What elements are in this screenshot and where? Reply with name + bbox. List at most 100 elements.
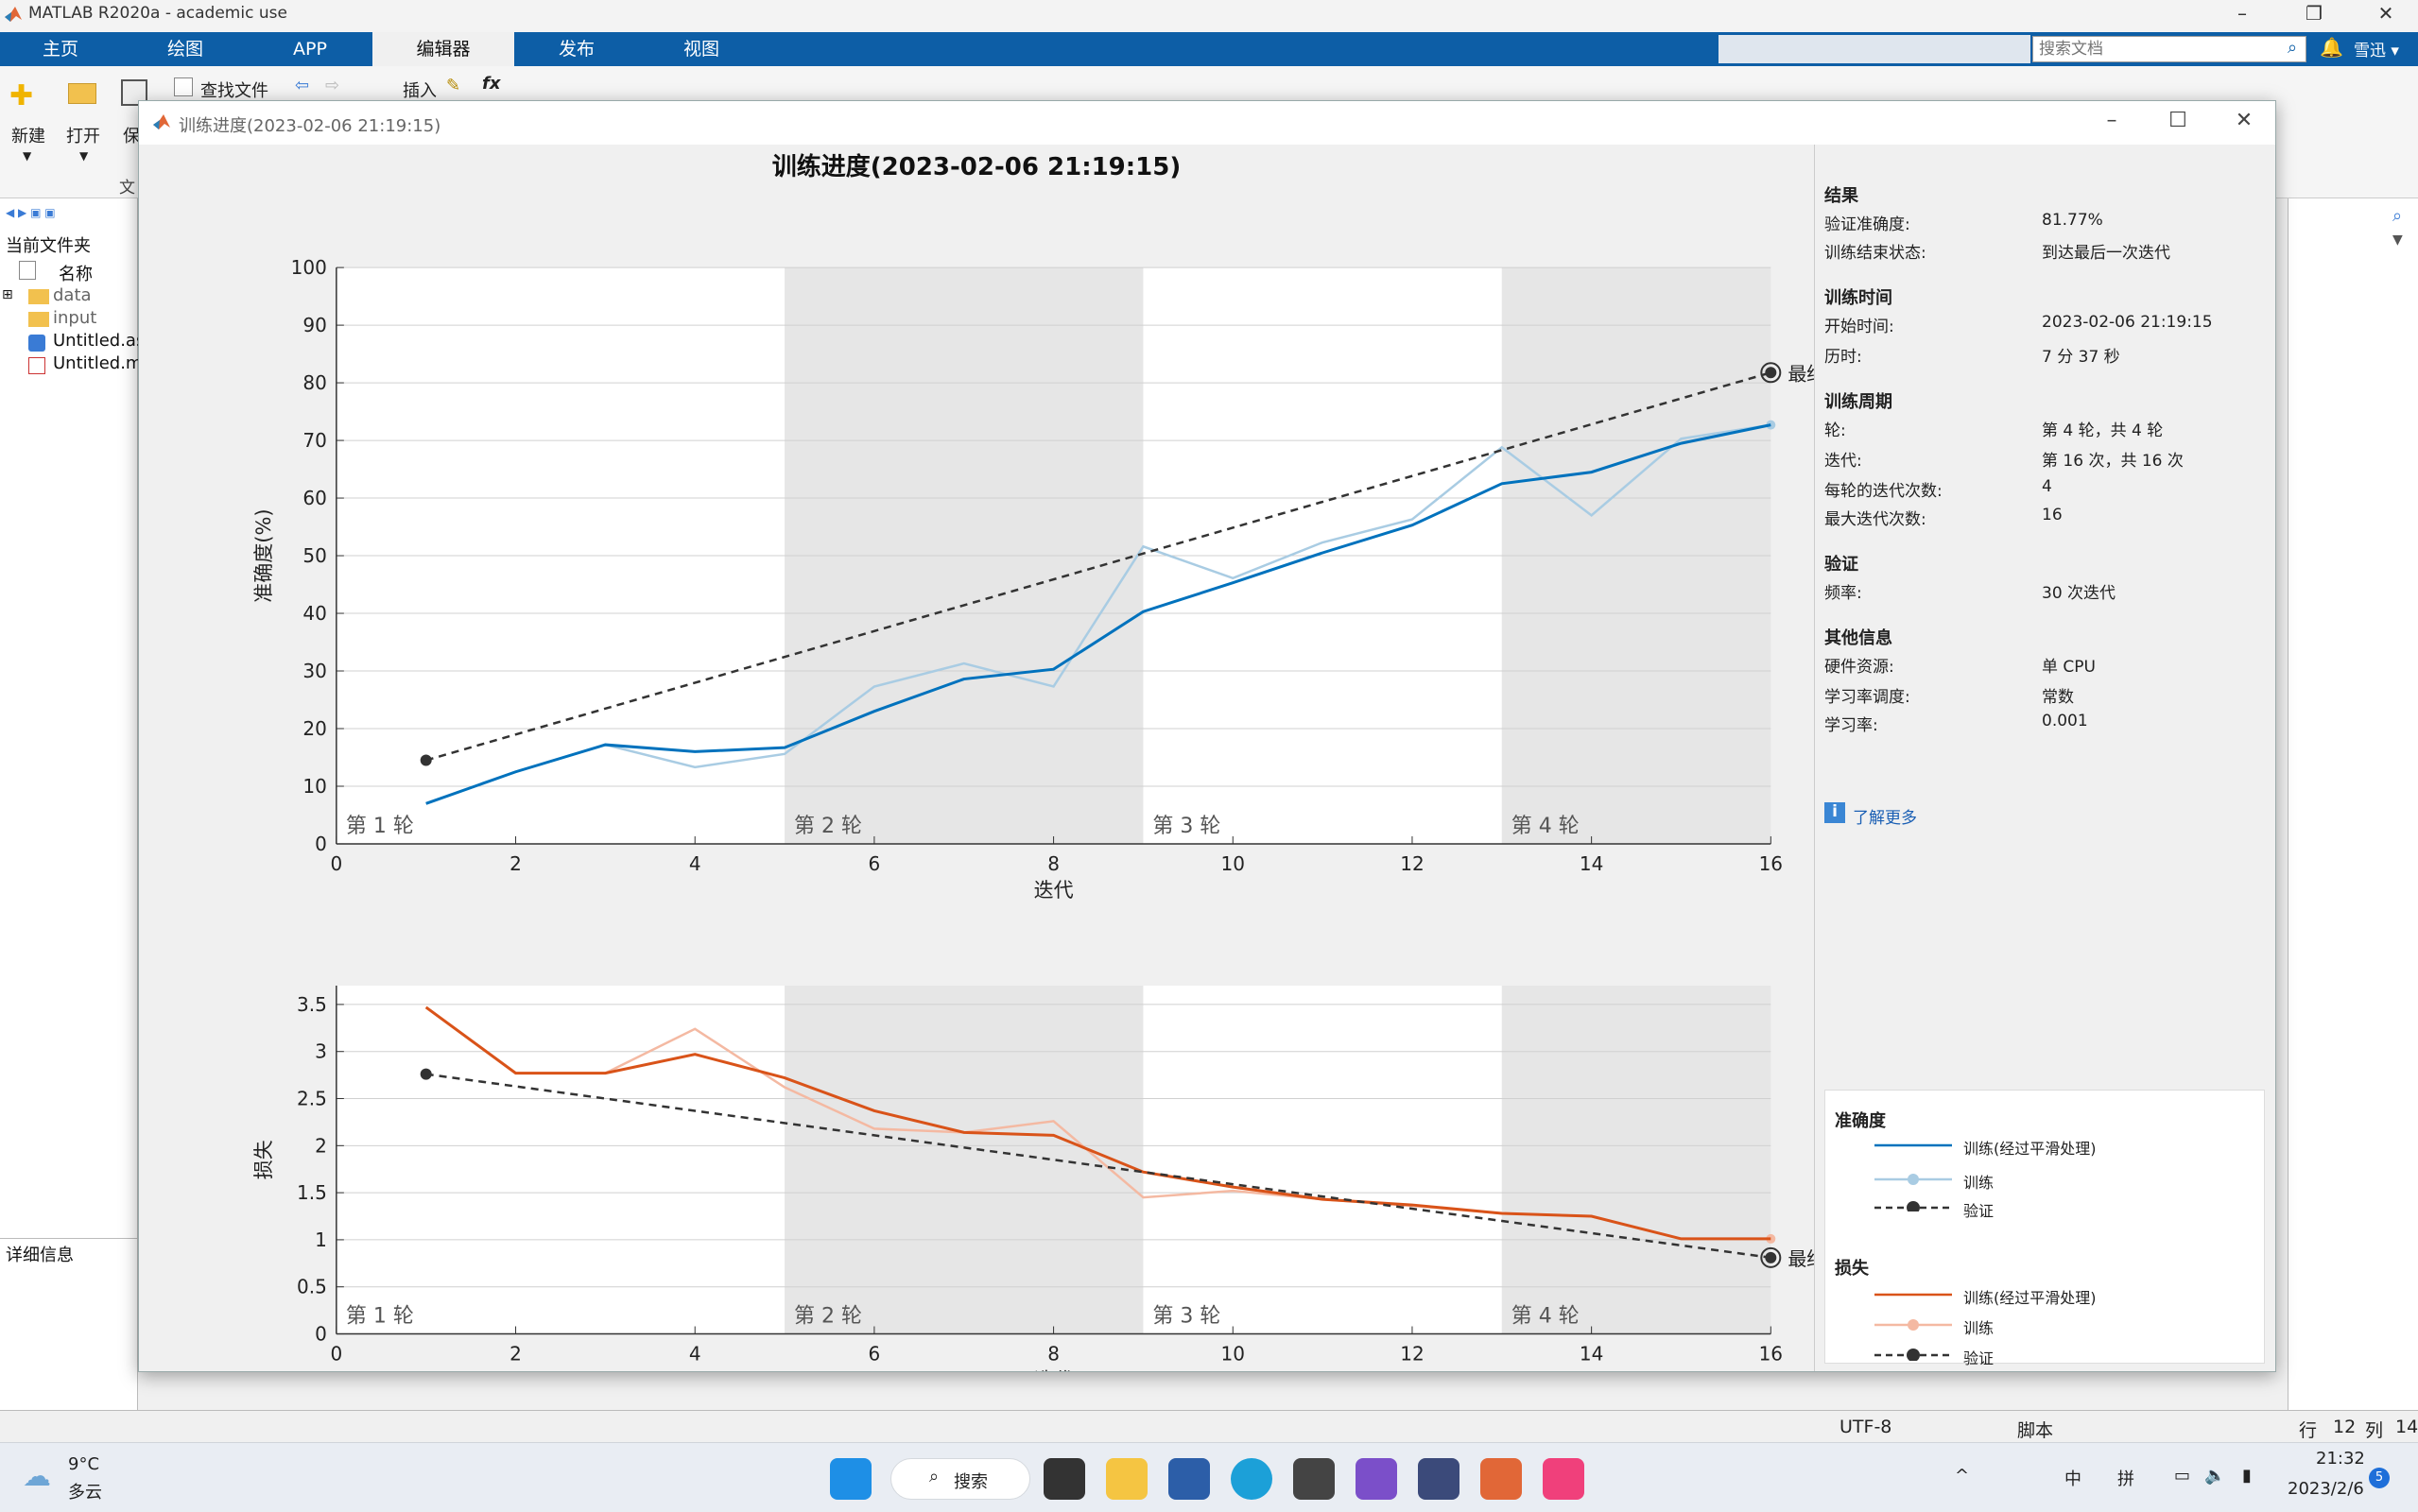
max-iter-value: 16 <box>2042 506 2063 524</box>
notification-badge[interactable]: 5 <box>2369 1468 2390 1488</box>
legend-loss-val: 验证 <box>1963 1349 1995 1367</box>
folder-open-icon[interactable] <box>68 83 96 104</box>
iter-value: 第 16 次，共 16 次 <box>2042 452 2184 471</box>
dialog-title-bar: 训练进度(2023-02-06 21:19:15) – ☐ ✕ <box>139 101 2275 145</box>
clock-time[interactable]: 21:32 <box>2316 1449 2365 1469</box>
battery-icon[interactable]: ▮ <box>2242 1466 2252 1486</box>
file-item[interactable]: data <box>53 285 92 305</box>
other-heading: 其他信息 <box>1824 628 1892 648</box>
folder-icon <box>28 289 49 304</box>
epoch-band <box>336 985 786 1334</box>
x-tick-label: 2 <box>510 852 522 875</box>
time-heading: 训练时间 <box>1824 288 1892 308</box>
start-icon[interactable] <box>830 1458 872 1500</box>
chevron-down-icon[interactable]: ▼ <box>23 149 31 163</box>
bilibili-icon[interactable] <box>1543 1458 1584 1500</box>
tab-publish[interactable]: 发布 <box>533 32 620 66</box>
y-tick-label: 100 <box>291 256 327 279</box>
end-state-value: 到达最后一次迭代 <box>2042 244 2170 263</box>
quick-access-toolbar[interactable] <box>1719 35 2030 63</box>
file-item[interactable]: Untitled.as <box>53 331 145 351</box>
clock-date[interactable]: 2023/2/6 <box>2288 1479 2364 1499</box>
epoch-label: 第 3 轮 <box>1152 815 1220 838</box>
unity-icon[interactable] <box>1293 1458 1335 1500</box>
taskbar-search[interactable]: ⌕ 搜索 <box>890 1458 1030 1500</box>
weather-temp[interactable]: 9°C <box>68 1454 99 1474</box>
maximize-button[interactable]: ❐ <box>2295 2 2333 25</box>
tab-editor[interactable]: 编辑器 <box>372 32 514 66</box>
plot-title: 训练进度(2023-02-06 21:19:15) <box>772 152 1181 181</box>
insert-button[interactable]: 插入 <box>403 77 437 102</box>
folder-nav-icons[interactable]: ◀ ▶ ▣ ▣ <box>6 206 56 219</box>
training-charts: 训练进度(2023-02-06 21:19:15) 第 1 轮第 2 轮第 3 … <box>252 152 1825 1392</box>
bell-icon[interactable]: 🔔 <box>2320 36 2343 59</box>
volume-icon[interactable]: 🔈 <box>2204 1466 2225 1486</box>
tab-home[interactable]: 主页 <box>17 32 104 66</box>
matlab-taskbar-icon[interactable] <box>1480 1458 1522 1500</box>
dialog-maximize-button[interactable]: ☐ <box>2156 109 2200 132</box>
y-tick-label: 80 <box>302 371 326 394</box>
details-panel-label: 详细信息 <box>6 1246 74 1265</box>
hw-value: 单 CPU <box>2042 658 2096 677</box>
legend: 准确度 训练(经过平滑处理) 训练 验证 损失 训练(经过平滑处理) 训练 验证 <box>1824 1090 2265 1367</box>
new-icon[interactable]: ✚ <box>9 79 33 112</box>
ime-language[interactable]: 中 <box>2064 1466 2081 1490</box>
tab-plots[interactable]: 绘图 <box>142 32 229 66</box>
y-tick-label: 90 <box>302 314 326 336</box>
store-icon[interactable] <box>1168 1458 1210 1500</box>
new-button[interactable]: 新建 <box>11 123 45 147</box>
back-icon[interactable]: ⇦ <box>295 76 309 95</box>
lr-schedule-value: 常数 <box>2042 688 2074 707</box>
eclipse-icon[interactable] <box>1418 1458 1459 1500</box>
app-title: MATLAB R2020a - academic use <box>28 4 287 23</box>
y-tick-label: 10 <box>302 775 326 798</box>
task-view-icon[interactable] <box>1044 1458 1085 1500</box>
tray-chevron-icon[interactable]: ^ <box>1955 1466 1969 1486</box>
network-icon[interactable]: ▭ <box>2174 1466 2190 1486</box>
y-axis-label: 准确度(%) <box>252 508 275 602</box>
training-progress-window: 训练进度(2023-02-06 21:19:15) – ☐ ✕ 训练进度(202… <box>138 100 2276 1392</box>
close-button[interactable]: ✕ <box>2367 2 2405 25</box>
search-icon[interactable]: ⌕ <box>2288 38 2297 58</box>
tab-view[interactable]: 视图 <box>658 32 745 66</box>
file-explorer-icon[interactable] <box>1106 1458 1148 1500</box>
file-type-status: 脚本 <box>2017 1420 2054 1441</box>
epoch-band <box>785 985 1144 1334</box>
file-item[interactable]: Untitled.m <box>53 353 142 373</box>
search-docs-input[interactable] <box>2032 36 2306 62</box>
edge-icon[interactable] <box>1231 1458 1272 1500</box>
epoch-label: 第 1 轮 <box>346 1305 414 1329</box>
val-acc-value: 81.77% <box>2042 211 2103 230</box>
open-button[interactable]: 打开 <box>66 123 100 147</box>
user-menu[interactable]: 雪迅 ▾ <box>2354 37 2399 60</box>
y-tick-label: 2 <box>315 1134 327 1157</box>
encoding-status: UTF-8 <box>1839 1417 1892 1437</box>
name-column-header[interactable]: 名称 <box>59 261 93 285</box>
visual-studio-icon[interactable] <box>1356 1458 1397 1500</box>
weather-icon[interactable]: ☁ <box>23 1460 51 1493</box>
dialog-close-button[interactable]: ✕ <box>2222 109 2266 132</box>
current-folder-panel: ◀ ▶ ▣ ▣ 当前文件夹 名称 ⊞ data input Untitled.a… <box>0 198 145 1410</box>
search-icon[interactable]: ⌕ <box>2392 206 2402 226</box>
x-tick-label: 12 <box>1400 852 1424 875</box>
learn-more-link[interactable]: 了解更多 <box>1853 804 1917 828</box>
chevron-down-icon[interactable]: ▼ <box>2392 232 2403 248</box>
legend-acc-swatches <box>1874 1143 1952 1211</box>
dialog-minimize-button[interactable]: – <box>2090 109 2133 132</box>
comment-icon[interactable]: ✎ <box>446 76 460 95</box>
ime-mode[interactable]: 拼 <box>2117 1466 2134 1490</box>
validation-point <box>420 1068 432 1080</box>
end-state-label: 训练结束状态: <box>1824 244 1926 263</box>
m-file-icon <box>28 357 45 374</box>
tab-apps[interactable]: APP <box>267 32 354 66</box>
expand-icon[interactable]: ⊞ <box>2 287 13 302</box>
find-file-button[interactable]: 查找文件 <box>200 77 268 102</box>
forward-icon[interactable]: ⇨ <box>325 76 339 95</box>
file-item[interactable]: input <box>53 308 96 328</box>
info-icon[interactable]: i <box>1824 802 1845 823</box>
fx-button[interactable]: fx <box>482 74 500 94</box>
weather-desc[interactable]: 多云 <box>68 1479 102 1503</box>
elapsed-value: 7 分 37 秒 <box>2042 348 2120 367</box>
chevron-down-icon[interactable]: ▼ <box>79 149 88 163</box>
minimize-button[interactable]: – <box>2223 2 2261 25</box>
